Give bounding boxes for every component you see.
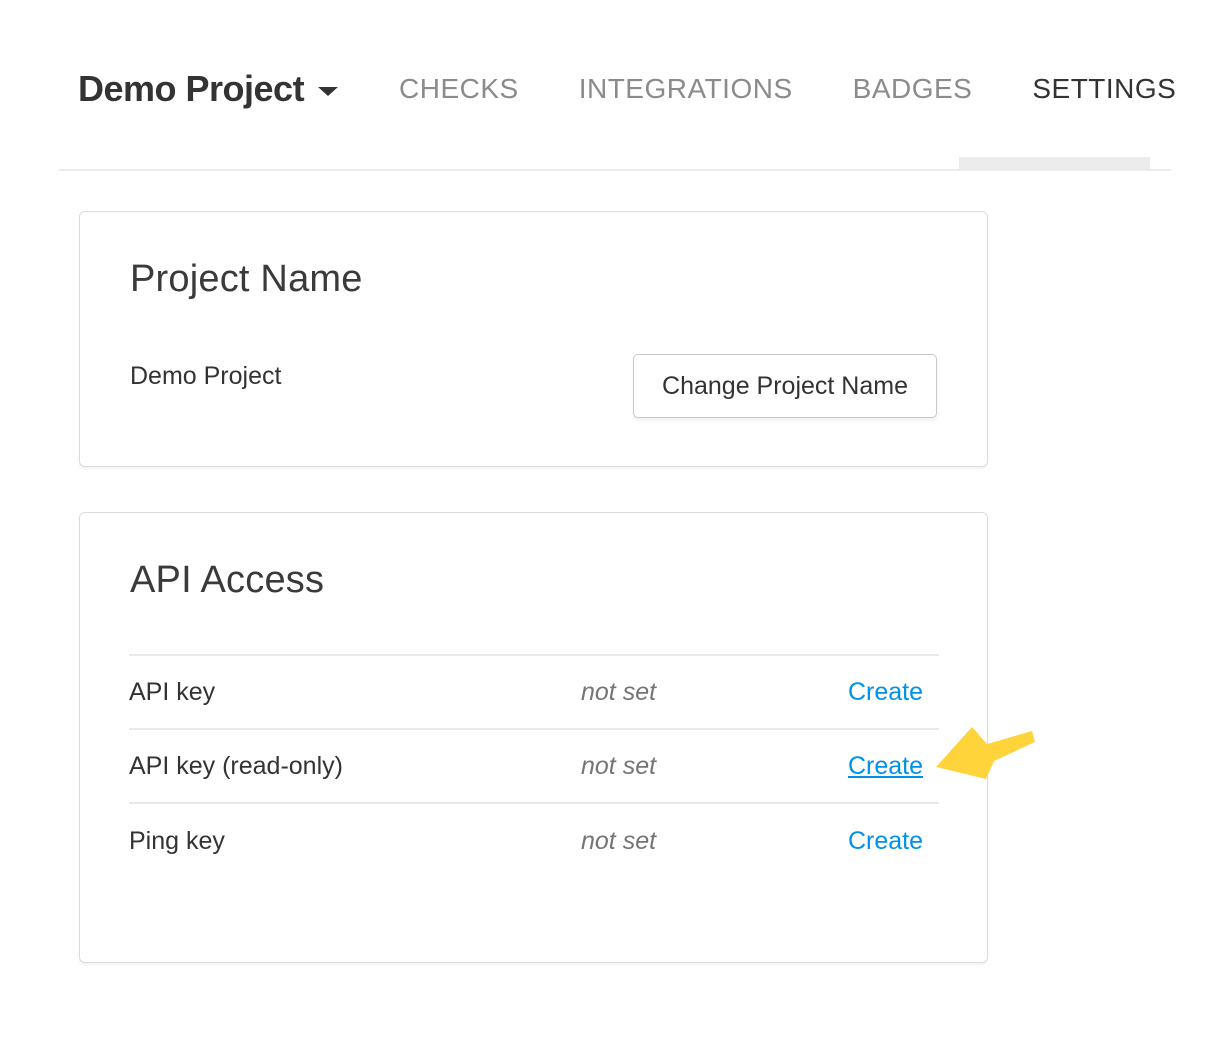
tab-integrations[interactable]: INTEGRATIONS	[579, 73, 793, 105]
create-api-key-link[interactable]: Create	[848, 678, 939, 707]
project-name-card: Project Name Demo Project Change Project…	[79, 211, 988, 467]
nav-divider	[59, 169, 1171, 171]
project-nav: CHECKS INTEGRATIONS BADGES SETTINGS	[399, 66, 1176, 112]
current-project-name: Demo Project	[130, 362, 281, 391]
table-row-api-key: API key not set Create	[129, 656, 939, 730]
create-ping-key-link[interactable]: Create	[848, 827, 939, 856]
key-value: not set	[581, 827, 848, 856]
api-keys-table: API key not set Create API key (read-onl…	[129, 654, 939, 878]
table-row-api-key-read-only: API key (read-only) not set Create	[129, 730, 939, 804]
table-row-ping-key: Ping key not set Create	[129, 804, 939, 878]
create-readonly-api-key-link[interactable]: Create	[848, 752, 939, 781]
key-value: not set	[581, 752, 848, 781]
key-label: API key	[129, 678, 581, 707]
project-name-card-title: Project Name	[130, 256, 363, 302]
key-label: API key (read-only)	[129, 752, 581, 781]
api-access-card-title: API Access	[130, 557, 324, 603]
key-value: not set	[581, 678, 848, 707]
change-project-name-button[interactable]: Change Project Name	[633, 354, 937, 418]
tab-checks[interactable]: CHECKS	[399, 73, 519, 105]
api-access-card: API Access API key not set Create API ke…	[79, 512, 988, 963]
tab-settings[interactable]: SETTINGS	[1032, 73, 1176, 105]
key-label: Ping key	[129, 827, 581, 856]
settings-page: Demo Project CHECKS INTEGRATIONS BADGES …	[0, 0, 1220, 1059]
project-switcher-dropdown[interactable]: Demo Project	[78, 66, 338, 112]
project-title: Demo Project	[78, 68, 304, 110]
caret-down-icon	[318, 87, 338, 96]
tab-badges[interactable]: BADGES	[853, 73, 973, 105]
